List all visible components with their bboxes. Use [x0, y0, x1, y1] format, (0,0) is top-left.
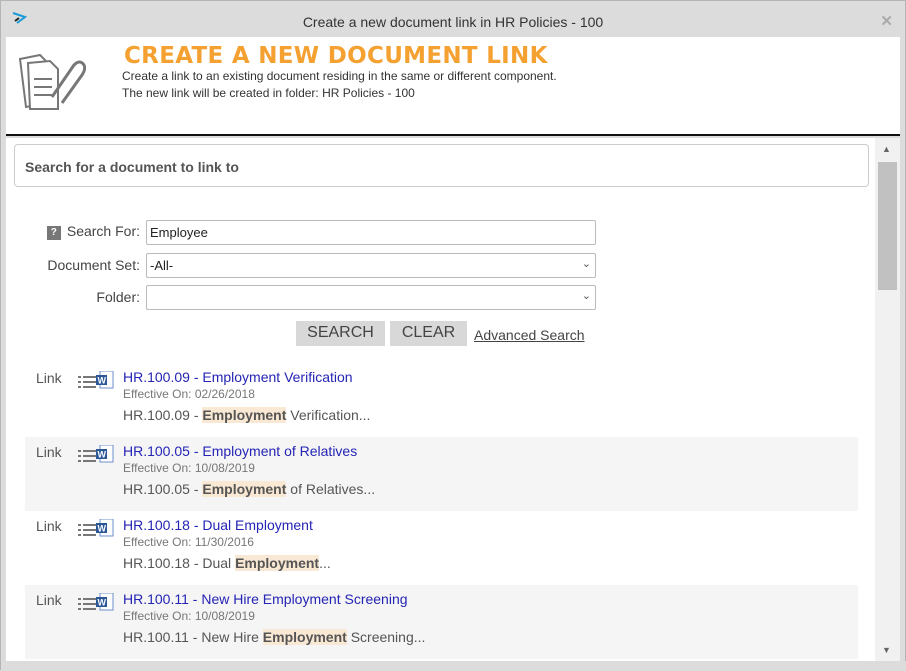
word-document-icon: W: [96, 518, 114, 537]
svg-text:W: W: [98, 376, 107, 386]
chevron-down-icon: ⌄: [581, 290, 591, 302]
scroll-up-icon[interactable]: ▲: [882, 144, 891, 154]
chevron-down-icon: ⌄: [581, 258, 591, 270]
search-highlight: Employment: [202, 407, 287, 423]
link-action[interactable]: Link: [36, 370, 62, 386]
result-snippet: HR.100.11 - New Hire Employment Screenin…: [123, 629, 426, 645]
svg-text:W: W: [98, 450, 107, 460]
search-highlight: Employment: [262, 629, 347, 645]
link-action[interactable]: Link: [36, 444, 62, 460]
search-highlight: Employment: [202, 481, 287, 497]
result-row: Link W HR.100.11 - New Hire Employment S…: [25, 585, 858, 659]
search-highlight: Employment: [235, 555, 320, 571]
window-title: Create a new document link in HR Policie…: [302, 14, 604, 30]
svg-text:W: W: [98, 598, 107, 608]
svg-text:W: W: [98, 524, 107, 534]
document-title-link[interactable]: HR.100.09 - Employment Verification: [123, 369, 353, 385]
clear-button[interactable]: CLEAR: [390, 321, 467, 346]
search-panel-header: Search for a document to link to: [14, 144, 869, 187]
advanced-search-link[interactable]: Advanced Search: [474, 327, 585, 343]
list-icon[interactable]: [78, 521, 96, 537]
list-icon[interactable]: [78, 447, 96, 463]
link-action[interactable]: Link: [36, 592, 62, 608]
close-icon[interactable]: ✕: [880, 12, 893, 30]
search-input[interactable]: Employee: [146, 220, 596, 245]
search-button[interactable]: SEARCH: [296, 321, 385, 346]
effective-date: Effective On: 11/30/2016: [123, 535, 254, 549]
result-snippet: HR.100.09 - Employment Verification...: [123, 407, 371, 423]
scroll-down-icon[interactable]: ▼: [882, 645, 891, 655]
document-set-label: Document Set:: [47, 257, 140, 273]
document-title-link[interactable]: HR.100.11 - New Hire Employment Screenin…: [123, 591, 408, 607]
document-link-icon: [18, 53, 86, 110]
word-document-icon: W: [96, 444, 114, 463]
document-title-link[interactable]: HR.100.18 - Dual Employment: [123, 517, 313, 533]
effective-date: Effective On: 10/08/2019: [123, 609, 255, 623]
search-for-label: ? Search For:: [6, 223, 140, 240]
effective-date: Effective On: 02/26/2018: [123, 387, 255, 401]
vertical-scrollbar[interactable]: ▲ ▼: [875, 138, 900, 661]
result-snippet: HR.100.18 - Dual Employment...: [123, 555, 331, 571]
document-set-select[interactable]: -All- ⌄: [146, 253, 596, 278]
result-snippet: HR.100.05 - Employment of Relatives...: [123, 481, 376, 497]
result-row: Link W HR.100.18 - Dual Employment Effec…: [25, 511, 858, 585]
folder-select[interactable]: ⌄: [146, 285, 596, 310]
effective-date: Effective On: 10/08/2019: [123, 461, 255, 475]
header-folder-note: The new link will be created in folder: …: [122, 86, 415, 100]
title-bar: Create a new document link in HR Policie…: [1, 1, 905, 37]
dialog-window: Create a new document link in HR Policie…: [0, 0, 906, 671]
list-icon[interactable]: [78, 373, 96, 389]
folder-label: Folder:: [96, 289, 140, 305]
result-row: Link W HR.100.09 - Employment Verificati…: [25, 363, 858, 437]
word-document-icon: W: [96, 370, 114, 389]
list-icon[interactable]: [78, 595, 96, 611]
result-row: Link W HR.100.05 - Employment of Relativ…: [25, 437, 858, 511]
dialog-header: CREATE A NEW DOCUMENT LINK Create a link…: [6, 37, 900, 136]
document-title-link[interactable]: HR.100.05 - Employment of Relatives: [123, 443, 357, 459]
word-document-icon: W: [96, 592, 114, 611]
content-area: Search for a document to link to ? Search…: [6, 138, 900, 661]
page-title: CREATE A NEW DOCUMENT LINK: [124, 43, 548, 69]
header-description: Create a link to an existing document re…: [122, 69, 557, 83]
scrollbar-thumb[interactable]: [878, 162, 897, 290]
link-action[interactable]: Link: [36, 518, 62, 534]
help-icon[interactable]: ?: [46, 226, 61, 240]
